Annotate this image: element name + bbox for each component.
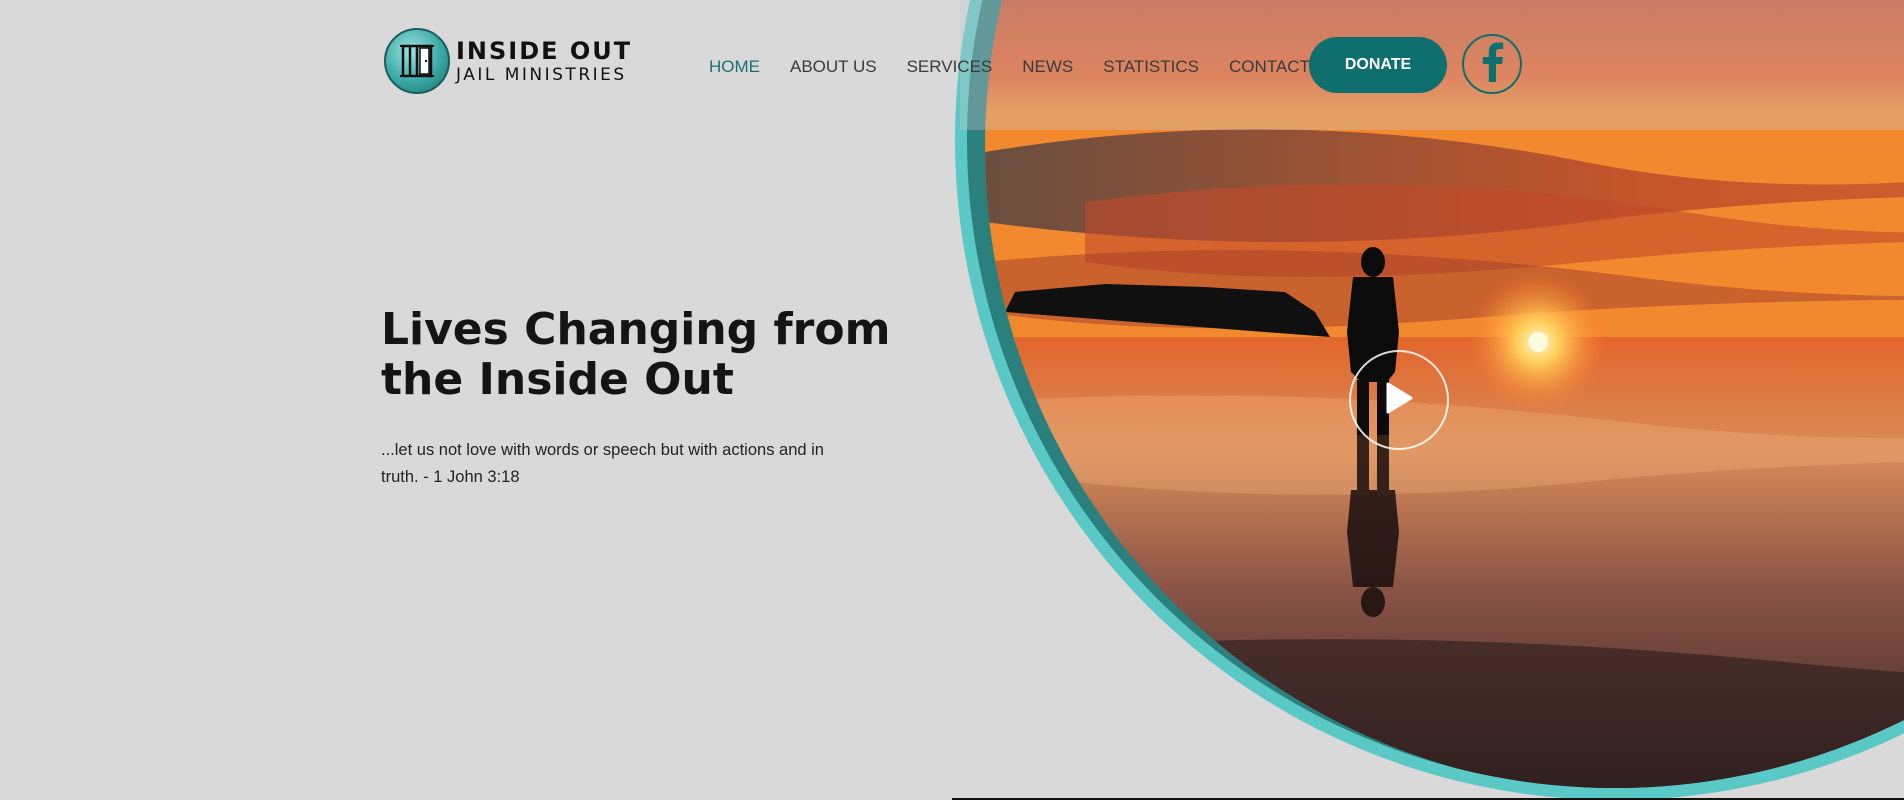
nav-item-about-us[interactable]: ABOUT US xyxy=(790,57,877,77)
page: INSIDE OUT JAIL MINISTRIES HOME ABOUT US… xyxy=(0,0,1904,800)
main-nav: HOME ABOUT US SERVICES NEWS STATISTICS C… xyxy=(709,57,1368,77)
hero-quote: ...let us not love with words or speech … xyxy=(381,441,824,486)
hero-title: Lives Changing from the Inside Out xyxy=(381,304,891,405)
hero-text-block: Lives Changing from the Inside Out ...le… xyxy=(381,305,941,491)
logo-subtitle: JAIL MINISTRIES xyxy=(456,64,627,85)
nav-item-services[interactable]: SERVICES xyxy=(907,57,993,77)
nav-item-statistics[interactable]: STATISTICS xyxy=(1103,57,1199,77)
facebook-button[interactable] xyxy=(1462,34,1522,94)
facebook-icon xyxy=(1479,42,1505,87)
play-icon xyxy=(1384,381,1414,420)
nav-item-news[interactable]: NEWS xyxy=(1022,57,1073,77)
logo-title: INSIDE OUT xyxy=(456,36,633,65)
video-play-button[interactable] xyxy=(1349,350,1449,450)
jail-door-icon xyxy=(384,28,450,94)
nav-item-home[interactable]: HOME xyxy=(709,57,760,77)
donate-button[interactable]: DONATE xyxy=(1309,37,1447,93)
site-logo[interactable]: INSIDE OUT JAIL MINISTRIES xyxy=(384,28,632,94)
